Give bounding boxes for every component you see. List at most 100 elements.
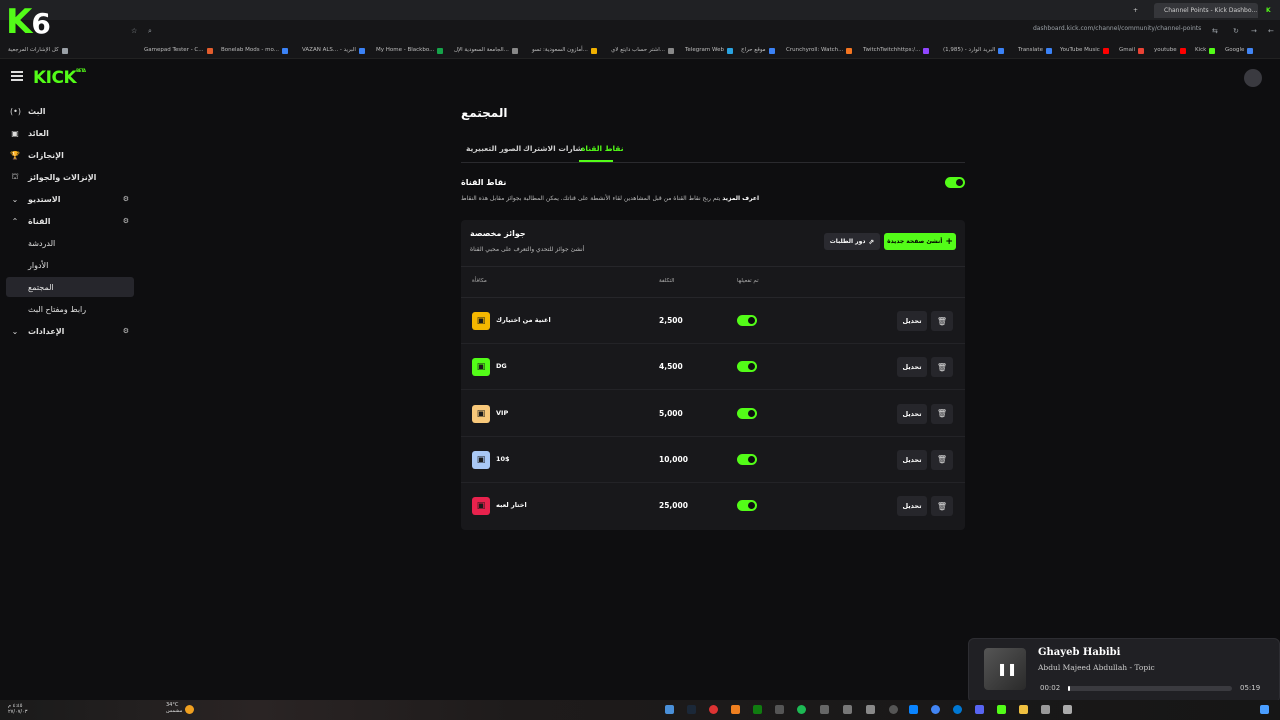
bookmark-item[interactable]: YouTube Music <box>1060 45 1109 56</box>
menu-icon[interactable] <box>11 71 23 81</box>
taskbar-app-icon[interactable] <box>1041 705 1050 714</box>
bookmark-label: Translate <box>1018 47 1043 53</box>
bookmark-item[interactable]: Kick <box>1195 45 1216 56</box>
taskbar-app-icon[interactable] <box>909 705 918 714</box>
sidebar-item-roles[interactable]: الأدوار <box>6 255 134 275</box>
bookmark-item[interactable]: VAZAN ALS... - البريد <box>302 45 365 56</box>
discord-icon[interactable] <box>975 705 984 714</box>
taskbar-app-icon[interactable] <box>665 705 674 714</box>
edit-reward-button[interactable]: تحديل <box>897 403 927 424</box>
sidebar-item-stream-key[interactable]: رابط ومفتاح البث <box>6 299 134 319</box>
learn-more-link[interactable]: اعرف المزيد <box>722 195 759 202</box>
taskbar-app-icon[interactable] <box>775 705 784 714</box>
bookmark-item[interactable]: البريد الوارد - (1,985) <box>943 45 1005 56</box>
reward-cost: 4,500 <box>659 362 683 372</box>
taskbar-clock[interactable]: ٤:٤٥ م ٢٧/٠٧/٠٣ <box>8 703 27 715</box>
tab-channel-points[interactable]: نقاط القناة <box>581 144 624 153</box>
gear-icon[interactable]: ⚙ <box>123 327 129 335</box>
reward-enabled-toggle[interactable] <box>737 500 757 512</box>
edit-reward-button[interactable]: تحديل <box>897 449 927 470</box>
bookmark-item[interactable]: Bonelab Mods - mo... <box>221 45 288 56</box>
divider <box>461 162 965 163</box>
taskbar-app-icon[interactable] <box>820 705 829 714</box>
tab-channel-points[interactable]: Channel Points - Kick Dashbo... <box>1154 3 1258 18</box>
sidebar-item-channel[interactable]: ⌃ القناة ⚙ <box>6 211 134 231</box>
steam-icon[interactable] <box>687 705 696 714</box>
request-queue-button[interactable]: دور الطلبات ⇗ <box>824 233 880 250</box>
bookmark-item[interactable]: My Home - Blackbo... <box>376 45 444 56</box>
taskbar-app-icon[interactable] <box>709 705 718 714</box>
reload-icon[interactable]: ↻ <box>1233 26 1239 36</box>
taskbar-app-icon[interactable] <box>843 705 852 714</box>
trash-icon[interactable]: 🗑 <box>931 357 953 378</box>
windows-start-icon[interactable] <box>1260 705 1269 714</box>
settings-icon[interactable]: ⚙ <box>123 195 129 203</box>
bookmark-item[interactable]: موقع حراج <box>741 45 775 56</box>
track-progress[interactable] <box>1068 686 1232 691</box>
bookmark-item[interactable]: كل الإشارات المرجعية <box>8 45 68 56</box>
back-icon[interactable]: ← <box>1268 26 1274 36</box>
taskbar-app-icon[interactable] <box>889 705 898 714</box>
bookmark-item[interactable]: اشتر حساب دايتع لاي... <box>611 45 675 56</box>
xbox-icon[interactable] <box>753 705 762 714</box>
channel-points-toggle[interactable] <box>945 177 965 188</box>
create-reward-button[interactable]: أنشئ صفحة جديدة + <box>884 233 956 250</box>
reward-enabled-toggle[interactable] <box>737 315 757 326</box>
bookmark-label: Gamepad Tester - C... <box>144 47 204 53</box>
sidebar-item-settings[interactable]: ⌄ الإعدادات ⚙ <box>6 321 134 341</box>
spotify-icon[interactable] <box>797 705 806 714</box>
star-icon[interactable]: ☆ <box>131 26 137 36</box>
reward-enabled-toggle[interactable] <box>737 453 757 465</box>
sidebar-item-stream[interactable]: (•) البث <box>6 101 134 121</box>
taskbar-app-icon[interactable] <box>866 705 875 714</box>
chrome-icon[interactable] <box>931 705 940 714</box>
trash-icon[interactable]: 🗑 <box>931 449 953 470</box>
bookmark-item[interactable]: الجامعة السعودية الإل... <box>454 45 518 56</box>
bookmark-favicon-icon <box>1138 47 1145 54</box>
trash-icon[interactable]: 🗑 <box>931 311 953 331</box>
sidebar-item-studio[interactable]: ⌄ الاستديو ⚙ <box>6 189 134 209</box>
taskbar-app-icon[interactable] <box>997 705 1006 714</box>
tab-emotes[interactable]: الصور التعبيرية <box>466 144 521 153</box>
share-icon[interactable]: ⇆ <box>1212 26 1218 36</box>
sidebar-item-chat[interactable]: الدردشة <box>6 233 134 253</box>
bookmark-item[interactable]: Translate <box>1018 45 1052 56</box>
bookmark-label: VAZAN ALS... - البريد <box>302 47 356 53</box>
sidebar-item-drops[interactable]: ⛫ الإنزالات والجوائز <box>6 167 134 187</box>
bookmark-item[interactable]: Gamepad Tester - C... <box>144 45 213 56</box>
settings-icon[interactable]: ⚙ <box>123 217 129 225</box>
bookmark-item[interactable]: TwitchTwitchhttps:/... <box>863 45 930 56</box>
bookmark-favicon-icon <box>768 47 775 54</box>
tab-sub-badges[interactable]: شارات الاشتراك <box>523 144 583 153</box>
bookmark-item[interactable]: Crunchyroll: Watch... <box>786 45 853 56</box>
taskbar-app-icon[interactable] <box>1063 705 1072 714</box>
search-icon[interactable]: ⌕ <box>148 26 152 36</box>
sidebar-item-achievements[interactable]: 🏆 الإنجازات <box>6 145 134 165</box>
forward-icon[interactable]: → <box>1251 26 1257 36</box>
trophy-icon: 🏆 <box>10 150 20 160</box>
trash-icon[interactable]: 🗑 <box>931 403 953 424</box>
bookmark-item[interactable]: youtube <box>1154 45 1186 56</box>
bookmark-item[interactable]: Telegram Web <box>685 45 733 56</box>
edge-icon[interactable] <box>953 705 962 714</box>
avatar[interactable] <box>1244 69 1262 87</box>
edit-reward-button[interactable]: تحديل <box>897 357 927 378</box>
edit-reward-button[interactable]: تحديل <box>897 311 927 331</box>
weather-widget[interactable]: 34°C مشمس <box>166 702 182 714</box>
taskbar-app-icon[interactable] <box>731 705 740 714</box>
reward-enabled-toggle[interactable] <box>737 407 757 419</box>
edit-reward-button[interactable]: تحديل <box>897 496 927 517</box>
bookmark-item[interactable]: أمازون السعودية: تسو... <box>532 45 597 56</box>
reward-enabled-toggle[interactable] <box>737 361 757 373</box>
bookmark-item[interactable]: Google <box>1225 45 1254 56</box>
kick-logo[interactable]: KICKBETA <box>33 68 86 88</box>
bookmark-favicon-icon <box>590 47 597 54</box>
trash-icon[interactable]: 🗑 <box>931 496 953 517</box>
url-field[interactable]: dashboard.kick.com/channel/community/cha… <box>1033 25 1201 32</box>
file-explorer-icon[interactable] <box>1019 705 1028 714</box>
new-tab-icon[interactable]: + <box>1133 3 1138 18</box>
pause-icon[interactable]: ❚❚ <box>997 661 1017 677</box>
sidebar-item-community[interactable]: المجتمع <box>6 277 134 297</box>
sidebar-item-revenue[interactable]: ▣ العائد <box>6 123 134 143</box>
bookmark-item[interactable]: Gmail <box>1119 45 1145 56</box>
